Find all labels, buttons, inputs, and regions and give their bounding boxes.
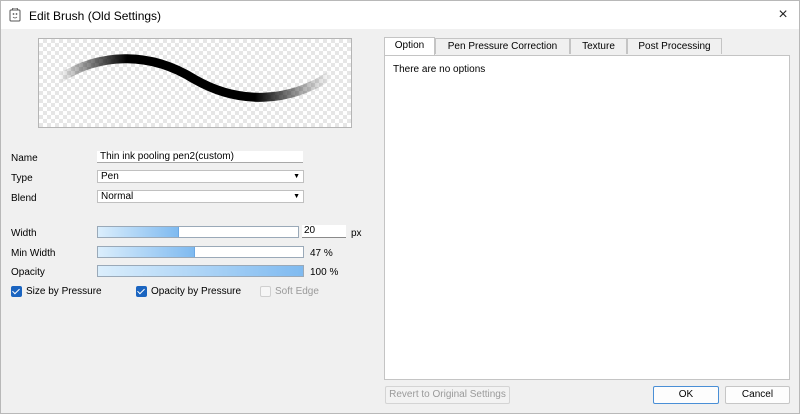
tab-texture[interactable]: Texture (570, 38, 627, 54)
width-slider-fill (98, 227, 179, 237)
brush-preview (38, 38, 352, 128)
opacity-value: 100 % (310, 267, 339, 278)
width-input[interactable]: 20 (302, 225, 346, 238)
brush-stroke-preview (54, 54, 336, 102)
width-slider[interactable] (97, 226, 299, 238)
width-unit: px (351, 228, 362, 239)
min-width-slider-fill (98, 247, 196, 257)
blend-select[interactable]: Normal ▼ (97, 190, 304, 203)
window-title: Edit Brush (Old Settings) (29, 9, 162, 23)
option-panel: There are no options (384, 55, 790, 380)
no-options-message: There are no options (393, 64, 486, 75)
tab-option[interactable]: Option (384, 37, 435, 55)
ok-button[interactable]: OK (653, 386, 719, 404)
min-width-label: Min Width (11, 248, 56, 259)
soft-edge-label[interactable]: Soft Edge (275, 286, 319, 297)
blend-value: Normal (101, 191, 134, 202)
cancel-button[interactable]: Cancel (725, 386, 790, 404)
type-value: Pen (101, 171, 119, 182)
size-by-pressure-label[interactable]: Size by Pressure (26, 286, 102, 297)
chevron-down-icon: ▼ (293, 173, 300, 180)
opacity-slider[interactable] (97, 265, 304, 277)
soft-edge-checkbox[interactable] (260, 286, 271, 297)
opacity-label: Opacity (11, 267, 45, 278)
opacity-by-pressure-checkbox[interactable] (136, 286, 147, 297)
revert-button[interactable]: Revert to Original Settings (385, 386, 510, 404)
title-bar: Edit Brush (Old Settings) × (1, 1, 799, 29)
opacity-by-pressure-label[interactable]: Opacity by Pressure (151, 286, 241, 297)
blend-label: Blend (11, 193, 37, 204)
tab-post-processing[interactable]: Post Processing (627, 38, 722, 54)
app-icon (9, 8, 21, 22)
width-label: Width (11, 228, 37, 239)
name-label: Name (11, 153, 38, 164)
close-icon[interactable]: × (773, 5, 793, 25)
type-label: Type (11, 173, 33, 184)
min-width-value: 47 % (310, 248, 333, 259)
opacity-slider-fill (98, 266, 303, 276)
edit-brush-dialog: Edit Brush (Old Settings) × Name Thin in… (0, 0, 800, 414)
min-width-slider[interactable] (97, 246, 304, 258)
type-select[interactable]: Pen ▼ (97, 170, 304, 183)
name-field[interactable]: Thin ink pooling pen2(custom) (97, 151, 303, 163)
tab-pen-pressure-correction[interactable]: Pen Pressure Correction (435, 38, 570, 54)
size-by-pressure-checkbox[interactable] (11, 286, 22, 297)
chevron-down-icon: ▼ (293, 193, 300, 200)
